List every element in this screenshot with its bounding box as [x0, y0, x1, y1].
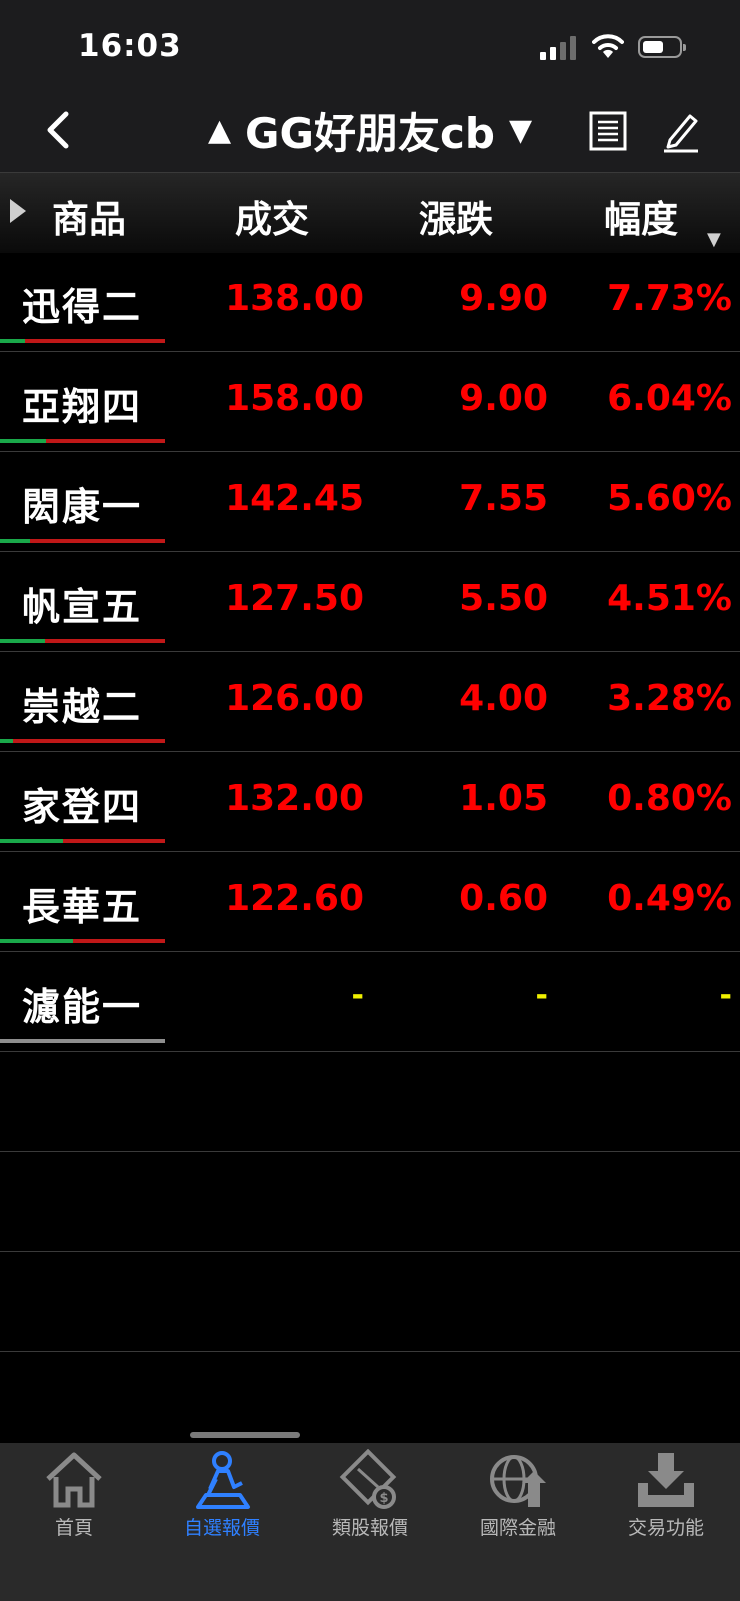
stock-price: 142.45 [225, 478, 364, 519]
person-desk-icon [196, 1451, 250, 1509]
expand-columns-icon[interactable] [10, 199, 26, 223]
svg-text:$: $ [379, 1491, 388, 1506]
stock-percent: 6.04% [607, 378, 732, 419]
quote-row[interactable]: 帆宣五 127.50 5.50 4.51% [0, 552, 740, 652]
stock-percent: 4.51% [607, 578, 732, 619]
prev-list-arrow-icon[interactable]: ▲ [208, 113, 231, 148]
stock-price: 127.50 [225, 578, 364, 619]
home-icon [46, 1452, 102, 1508]
stock-change: 5.50 [459, 578, 548, 619]
download-tray-icon [638, 1453, 694, 1507]
quote-row[interactable]: 崇越二 126.00 4.00 3.28% [0, 652, 740, 752]
stock-name: 閎康一 [22, 485, 143, 529]
quote-row[interactable]: 家登四 132.00 1.05 0.80% [0, 752, 740, 852]
stock-percent: 3.28% [607, 678, 732, 719]
cellular-signal-icon [540, 36, 578, 60]
back-chevron-icon[interactable] [38, 106, 78, 154]
tab-label: 交易功能 [627, 1517, 704, 1539]
tab-label: 自選報價 [183, 1517, 260, 1539]
tab-trading[interactable]: 交易功能 [592, 1449, 740, 1549]
bottom-tab-bar: 首頁 自選報價 $ 類股報價 國際金融 交易功能 [0, 1443, 740, 1601]
empty-row [0, 1252, 740, 1352]
empty-row [0, 1052, 740, 1152]
list-view-icon[interactable] [588, 110, 628, 152]
stock-percent: - [719, 978, 732, 1013]
top-bar: 16:03 ▲ GG好朋友cb ▼ [0, 0, 740, 172]
stock-percent: 0.49% [607, 878, 732, 919]
sort-descending-icon[interactable]: ▼ [707, 229, 721, 250]
quote-row[interactable]: 閎康一 142.45 7.55 5.60% [0, 452, 740, 552]
stock-change: 0.60 [459, 878, 548, 919]
tab-label: 首頁 [54, 1517, 93, 1539]
battery-icon [638, 36, 686, 58]
buy-sell-ratio-bar [0, 1039, 165, 1043]
buy-sell-ratio-bar [0, 539, 165, 543]
stock-name: 濾能一 [22, 985, 143, 1029]
column-header-change[interactable]: 漲跌 [419, 189, 493, 243]
tab-home[interactable]: 首頁 [0, 1449, 148, 1549]
stock-change: 7.55 [459, 478, 548, 519]
buy-sell-ratio-bar [0, 439, 165, 443]
tab-international-finance[interactable]: 國際金融 [444, 1449, 592, 1549]
column-header-price[interactable]: 成交 [235, 189, 309, 243]
stock-name: 家登四 [22, 785, 143, 829]
stock-price: 132.00 [225, 778, 364, 819]
tab-watchlist[interactable]: 自選報價 [148, 1449, 296, 1549]
stock-name: 長華五 [22, 885, 143, 929]
buy-sell-ratio-bar [0, 839, 165, 843]
tab-label: 類股報價 [331, 1517, 408, 1539]
stock-price: 138.00 [225, 278, 364, 319]
stock-change: 1.05 [459, 778, 548, 819]
column-header: 商品 成交 漲跌 幅度 ▼ [0, 172, 740, 253]
stock-price: 158.00 [225, 378, 364, 419]
stock-percent: 0.80% [607, 778, 732, 819]
tab-label: 國際金融 [479, 1517, 556, 1539]
stock-name: 亞翔四 [22, 385, 143, 429]
stock-change: 9.90 [459, 278, 548, 319]
column-header-name[interactable]: 商品 [52, 189, 126, 243]
buy-sell-ratio-bar [0, 339, 165, 343]
stock-change: 9.00 [459, 378, 548, 419]
quote-row[interactable]: 迅得二 138.00 9.90 7.73% [0, 252, 740, 352]
next-list-arrow-icon[interactable]: ▼ [509, 113, 532, 148]
stock-name: 崇越二 [22, 685, 143, 729]
wifi-icon [592, 34, 624, 58]
globe-arrow-icon [490, 1455, 546, 1507]
stock-name: 帆宣五 [22, 585, 143, 629]
edit-pencil-icon[interactable] [660, 108, 702, 154]
stock-percent: 7.73% [607, 278, 732, 319]
watchlist-title-group: ▲ GG好朋友cb ▼ [190, 100, 550, 160]
quote-row[interactable]: 濾能一 - - - [0, 952, 740, 1052]
empty-row [0, 1152, 740, 1252]
stock-price: - [351, 978, 364, 1013]
scroll-indicator [190, 1432, 300, 1438]
column-header-percent[interactable]: 幅度 [604, 189, 678, 243]
quote-list: 迅得二 138.00 9.90 7.73% 亞翔四 158.00 9.00 6.… [0, 252, 740, 1352]
quote-row[interactable]: 長華五 122.60 0.60 0.49% [0, 852, 740, 952]
page-title[interactable]: GG好朋友cb [245, 100, 495, 161]
quote-row[interactable]: 亞翔四 158.00 9.00 6.04% [0, 352, 740, 452]
stock-change: 4.00 [459, 678, 548, 719]
status-time: 16:03 [78, 28, 182, 64]
stock-change: - [535, 978, 548, 1013]
stock-percent: 5.60% [607, 478, 732, 519]
buy-sell-ratio-bar [0, 939, 165, 943]
film-coin-icon: $ [339, 1449, 397, 1509]
buy-sell-ratio-bar [0, 639, 165, 643]
stock-name: 迅得二 [22, 285, 143, 329]
stock-price: 126.00 [225, 678, 364, 719]
buy-sell-ratio-bar [0, 739, 165, 743]
tab-sector-quotes[interactable]: $ 類股報價 [296, 1449, 444, 1549]
stock-price: 122.60 [225, 878, 364, 919]
